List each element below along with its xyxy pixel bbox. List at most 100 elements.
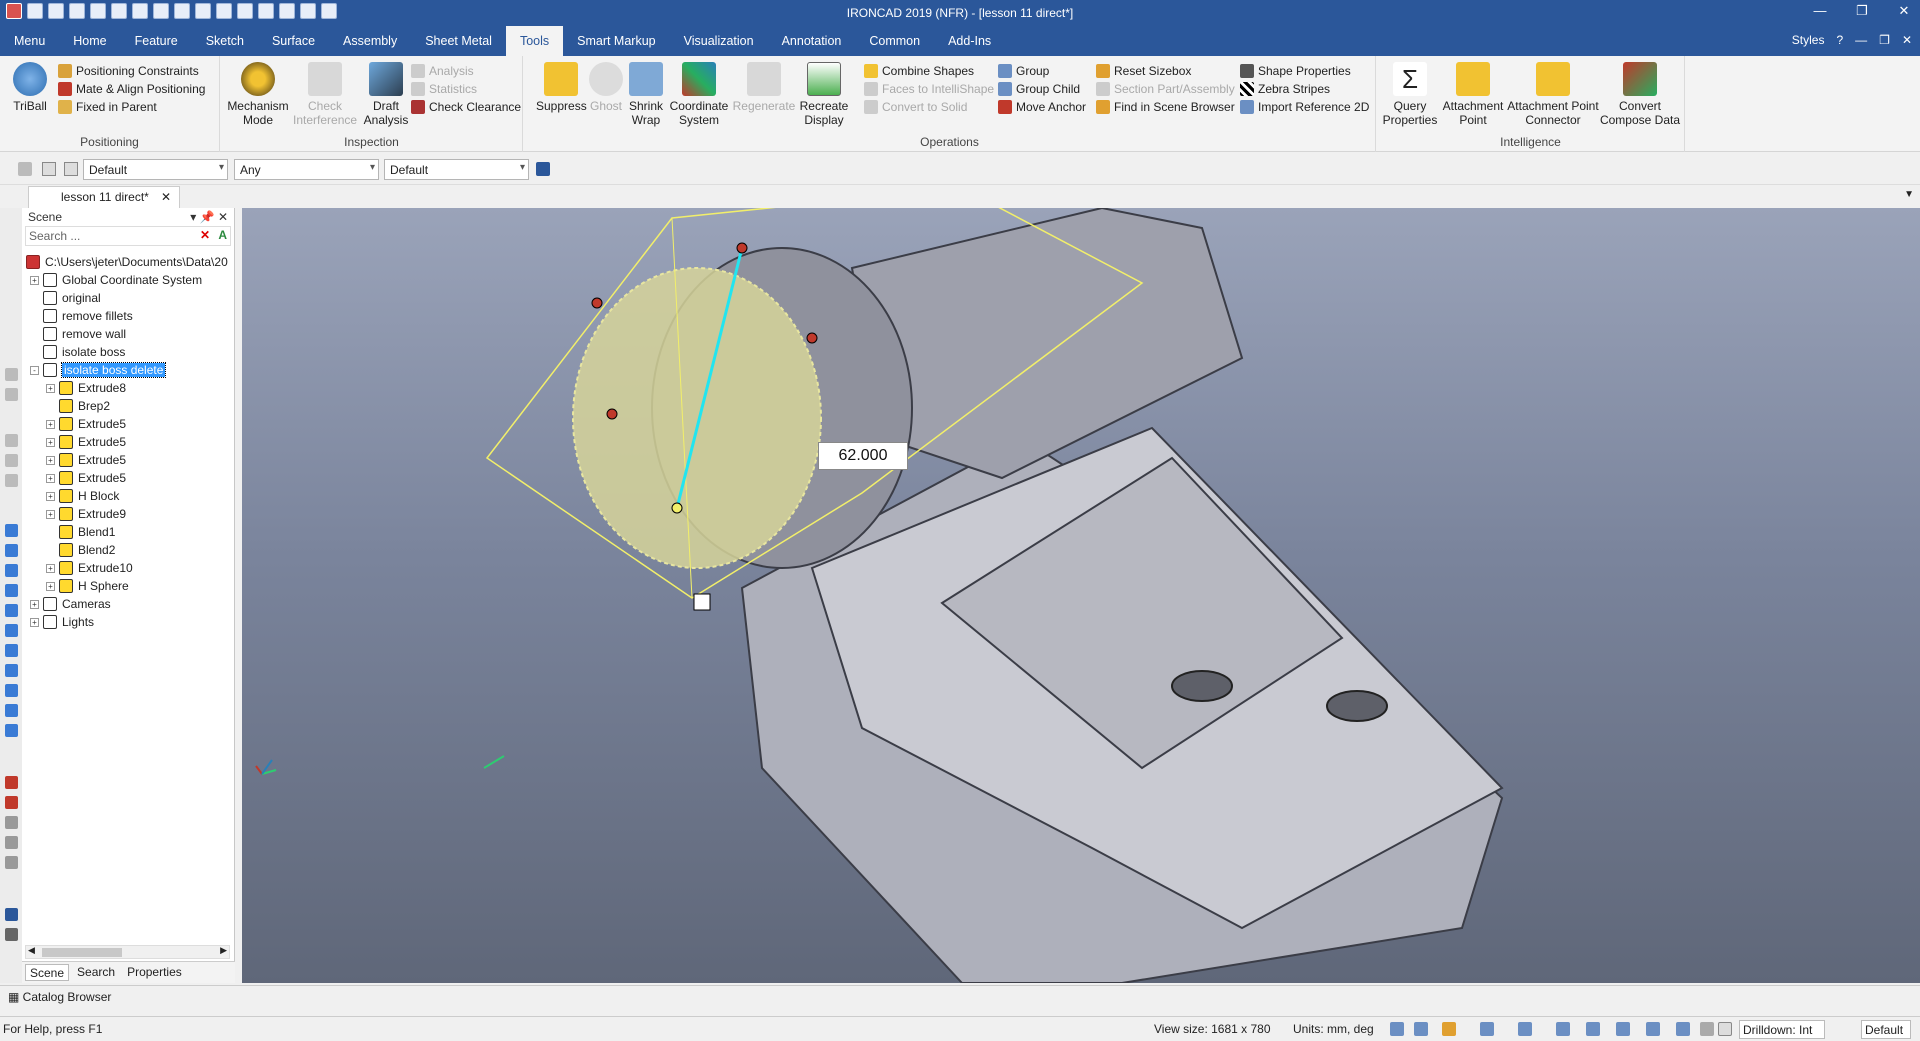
tab-sketch[interactable]: Sketch — [192, 26, 258, 56]
tree-item[interactable]: Blend2 — [26, 541, 234, 559]
section-view-icon[interactable] — [1646, 1022, 1660, 1036]
strip-tool-2-icon[interactable] — [5, 388, 18, 401]
collapse-icon[interactable]: - — [30, 365, 39, 375]
scroll-left-icon[interactable]: ◀ — [28, 945, 35, 956]
scroll-thumb[interactable] — [42, 948, 122, 957]
statistics-button[interactable]: Statistics — [411, 80, 477, 98]
tree-item[interactable]: + Extrude5 — [26, 451, 234, 469]
scroll-right-icon[interactable]: ▶ — [220, 945, 227, 956]
strip-cone-icon[interactable] — [5, 564, 18, 577]
restore-icon[interactable]: ❐ — [1852, 3, 1872, 19]
check-clearance-button[interactable]: Check Clearance — [411, 98, 521, 116]
filter-combo-type[interactable]: Any — [234, 159, 379, 180]
strip-sphere-icon[interactable] — [5, 584, 18, 597]
scene-root[interactable]: C:\Users\jeter\Documents\Data\20 — [26, 253, 228, 271]
import-reference-2d-button[interactable]: Import Reference 2D — [1240, 98, 1369, 116]
filter-combo-style[interactable]: Default — [83, 159, 228, 180]
strip-block-icon[interactable] — [5, 524, 18, 537]
select-tool-icon[interactable] — [18, 162, 32, 176]
handle-left[interactable] — [606, 408, 618, 420]
strip-tool-5-icon[interactable] — [5, 474, 18, 487]
tree-item[interactable]: + Extrude9 — [26, 505, 234, 523]
strip-thread-icon[interactable] — [5, 704, 18, 717]
expand-icon[interactable]: + — [46, 437, 55, 447]
strip-circle-icon[interactable] — [5, 836, 18, 849]
expand-icon[interactable]: + — [46, 563, 55, 573]
tab-home[interactable]: Home — [59, 26, 120, 56]
fixed-in-parent-button[interactable]: Fixed in Parent — [58, 98, 157, 116]
tab-sheet-metal[interactable]: Sheet Metal — [411, 26, 506, 56]
shading-icon[interactable] — [1556, 1022, 1570, 1036]
tree-item[interactable]: + Extrude5 — [26, 433, 234, 451]
tree-item[interactable]: + Extrude5 — [26, 415, 234, 433]
tree-item[interactable]: + H Block — [26, 487, 234, 505]
tree-item[interactable]: - isolate boss delete — [26, 361, 234, 379]
check-interference-button[interactable]: Check Interference — [293, 62, 357, 127]
render-mode-icon[interactable] — [1518, 1022, 1532, 1036]
expand-icon[interactable]: + — [30, 617, 39, 627]
shape-properties-button[interactable]: Shape Properties — [1240, 62, 1351, 80]
convert-compose-data-button[interactable]: Convert Compose Data — [1599, 62, 1681, 127]
tree-item[interactable]: remove fillets — [26, 307, 234, 325]
tab-visualization[interactable]: Visualization — [670, 26, 768, 56]
expand-icon[interactable]: + — [46, 383, 55, 393]
ghost-button[interactable]: Ghost — [588, 62, 624, 113]
tree-item[interactable]: + H Sphere — [26, 577, 234, 595]
expand-icon[interactable]: + — [30, 599, 39, 609]
tab-add-ins[interactable]: Add-Ins — [934, 26, 1005, 56]
group-button[interactable]: Group — [998, 62, 1049, 80]
tree-item[interactable]: + Cameras — [26, 595, 234, 613]
tree-item[interactable]: + Global Coordinate System — [26, 271, 234, 289]
tree-item[interactable]: + Lights — [26, 613, 234, 631]
tree-item[interactable]: Brep2 — [26, 397, 234, 415]
handle-right[interactable] — [806, 332, 818, 344]
strip-ruler-icon[interactable] — [5, 928, 18, 941]
tab-assembly[interactable]: Assembly — [329, 26, 411, 56]
pin-icon[interactable]: 📌 — [200, 210, 215, 224]
tree-item[interactable]: original — [26, 289, 234, 307]
select-filter-icon[interactable] — [1700, 1022, 1714, 1036]
tab-tools[interactable]: Tools — [505, 26, 564, 56]
view-orient-icon[interactable] — [1480, 1022, 1494, 1036]
section-part-button[interactable]: Section Part/Assembly — [1096, 80, 1235, 98]
strip-pattern-icon[interactable] — [5, 724, 18, 737]
draft-analysis-button[interactable]: Draft Analysis — [361, 62, 411, 127]
drilldown-combo[interactable]: Drilldown: Int — [1739, 1020, 1825, 1039]
panel-close-icon[interactable]: ✕ — [218, 210, 228, 224]
tree-item[interactable]: + Extrude5 — [26, 469, 234, 487]
dropdown-icon[interactable]: ▾ — [190, 210, 196, 224]
convert-to-solid-button[interactable]: Convert to Solid — [864, 98, 967, 116]
expand-icon[interactable]: + — [46, 491, 55, 501]
expand-icon[interactable]: + — [46, 455, 55, 465]
strip-tool-3-icon[interactable] — [5, 434, 18, 447]
tab-common[interactable]: Common — [855, 26, 934, 56]
strip-hole-icon[interactable] — [5, 644, 18, 657]
tab-menu[interactable]: Menu — [0, 26, 59, 56]
handle-top[interactable] — [736, 242, 748, 254]
default-combo[interactable]: Default — [1861, 1020, 1911, 1039]
ribbon-minimize-icon[interactable]: — — [1855, 33, 1867, 47]
zoom-fit-icon[interactable] — [1390, 1022, 1404, 1036]
tree-item[interactable]: + Extrude10 — [26, 559, 234, 577]
anchor-handle[interactable] — [693, 593, 711, 611]
zebra-stripes-button[interactable]: Zebra Stripes — [1240, 80, 1330, 98]
tree-item[interactable]: remove wall — [26, 325, 234, 343]
attachment-point-connector-button[interactable]: Attachment Point Connector — [1507, 62, 1599, 127]
move-anchor-button[interactable]: Move Anchor — [998, 98, 1086, 116]
expand-icon[interactable]: + — [46, 419, 55, 429]
hierarchy-icon[interactable] — [536, 162, 550, 176]
recreate-display-button[interactable]: Recreate Display — [799, 62, 849, 127]
tab-smart-markup[interactable]: Smart Markup — [563, 26, 670, 56]
expand-icon[interactable]: + — [46, 509, 55, 519]
combine-shapes-button[interactable]: Combine Shapes — [864, 62, 974, 80]
filter-combo-default[interactable]: Default — [384, 159, 529, 180]
filter-search-icon[interactable]: A — [218, 228, 227, 242]
lighting-icon[interactable] — [1586, 1022, 1600, 1036]
minimize-icon[interactable]: — — [1810, 3, 1830, 19]
zoom-icon[interactable] — [1414, 1022, 1428, 1036]
strip-cylinder-icon[interactable] — [5, 544, 18, 557]
tree-item[interactable]: Blend1 — [26, 523, 234, 541]
tab-search[interactable]: Search — [73, 964, 119, 981]
handle-bottom[interactable] — [671, 502, 683, 514]
tab-scene[interactable]: Scene — [25, 964, 70, 981]
